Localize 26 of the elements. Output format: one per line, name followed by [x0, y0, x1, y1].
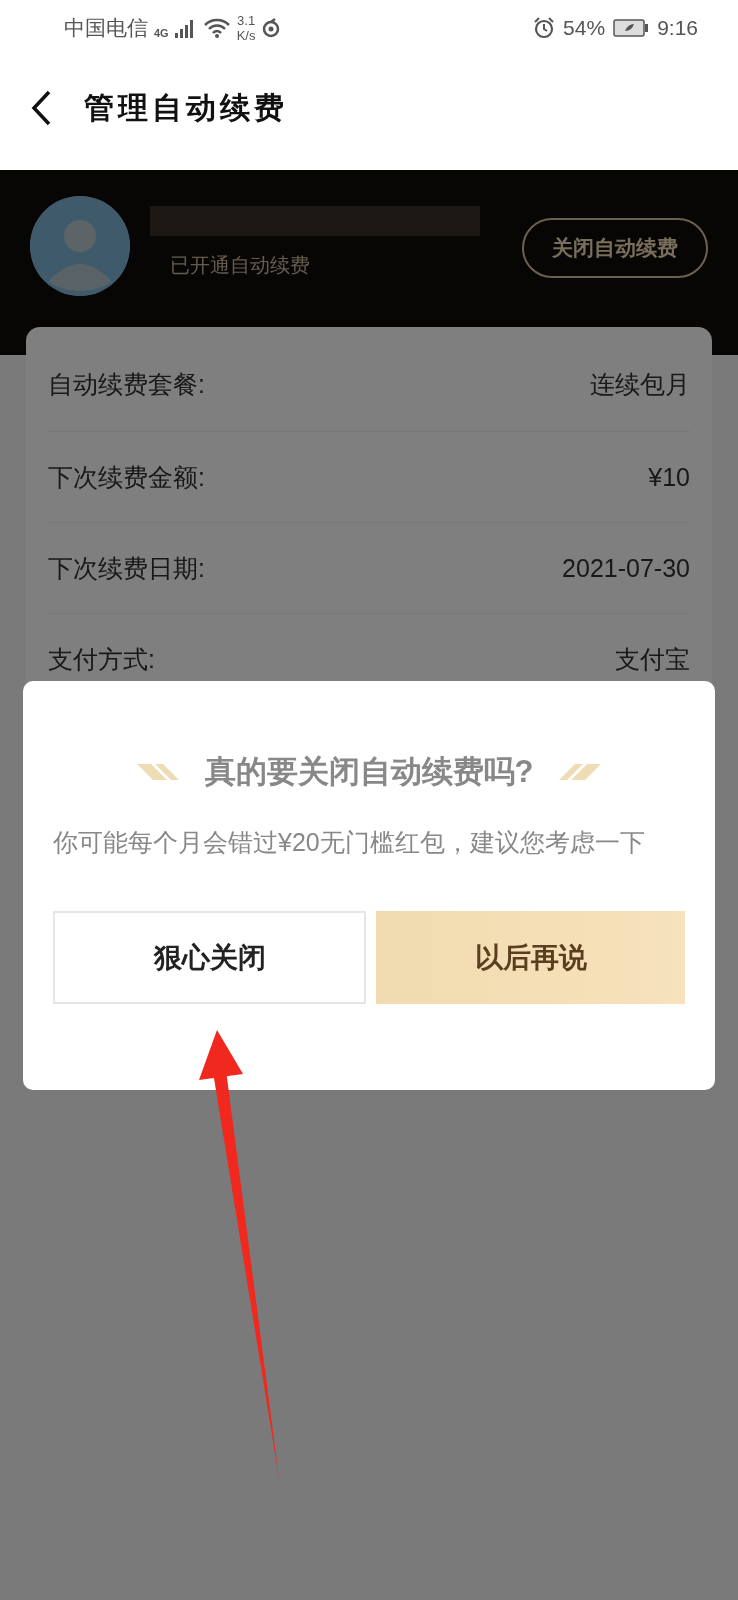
dialog-message: 你可能每个月会错过¥20无门槛红包，建议您考虑一下 [53, 827, 646, 858]
detail-label: 自动续费套餐: [48, 368, 205, 400]
detail-value: 2021-07-30 [562, 553, 690, 583]
wifi-icon [202, 17, 231, 39]
clock-time: 9:16 [657, 16, 698, 40]
detail-label: 支付方式: [48, 643, 155, 675]
avatar-icon [30, 196, 130, 296]
later-button[interactable]: 以后再说 [376, 911, 685, 1004]
detail-label: 下次续费金额: [48, 461, 205, 493]
close-button[interactable]: 狠心关闭 [53, 911, 366, 1004]
battery-icon [613, 19, 650, 37]
detail-label: 下次续费日期: [48, 552, 205, 584]
detail-value: 连续包月 [590, 368, 690, 400]
network-type: 4G [154, 27, 169, 39]
page-title: 管理自动续费 [84, 89, 288, 126]
detail-value: 支付宝 [615, 643, 690, 675]
battery-percent: 54% [563, 16, 606, 40]
carrier-name: 中国电信 [64, 15, 148, 41]
network-speed: 3.1 K/s [236, 13, 256, 43]
swirl-icon [261, 18, 282, 38]
renewal-status: 已开通自动续费 [169, 253, 311, 278]
dialog-title: 真的要关闭自动续费吗? [204, 753, 534, 791]
back-icon[interactable] [30, 90, 52, 126]
detail-value: ¥10 [648, 462, 690, 492]
alarm-icon [533, 17, 556, 39]
cancel-renewal-button[interactable]: 关闭自动续费 [522, 218, 708, 278]
